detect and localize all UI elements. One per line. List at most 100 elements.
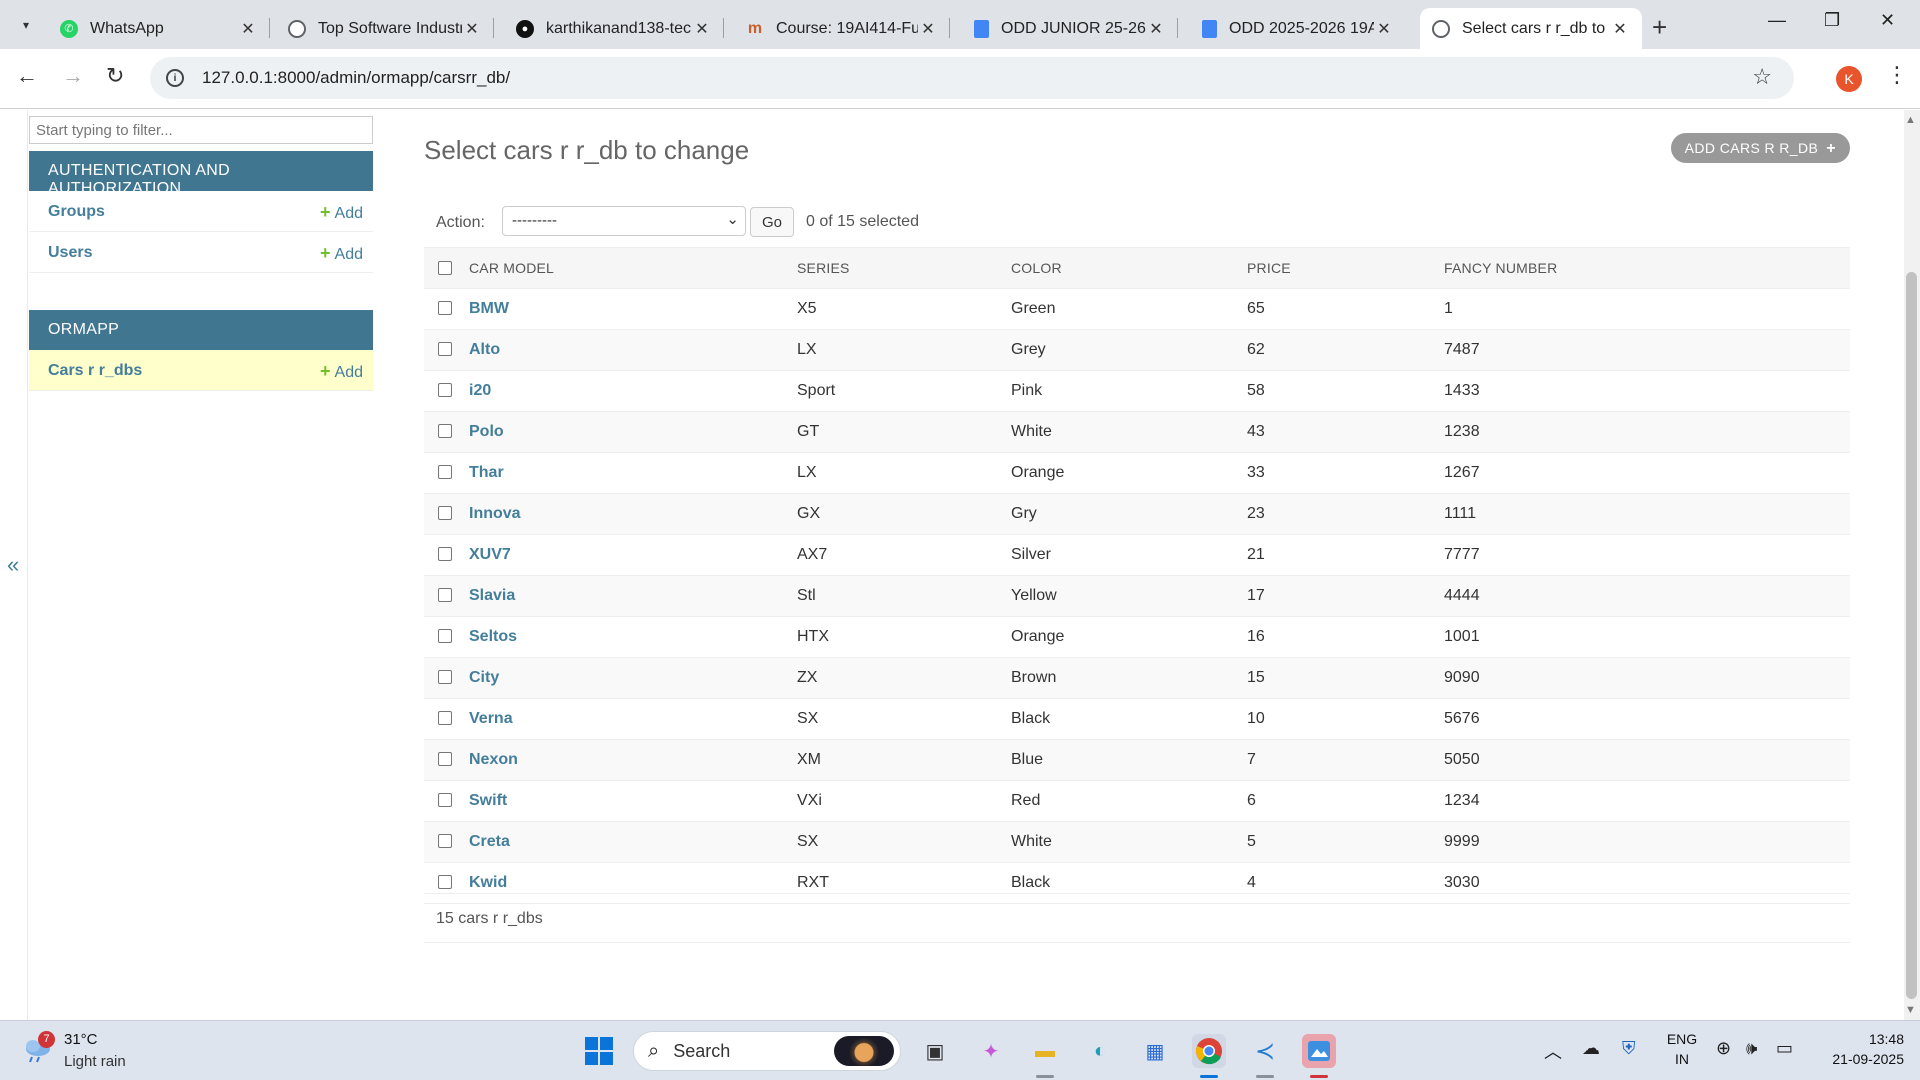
- row-checkbox[interactable]: [438, 424, 452, 438]
- module-caption-ormapp[interactable]: ORMAPP: [29, 310, 373, 350]
- volume-icon[interactable]: 🕪: [1746, 1038, 1757, 1059]
- car-model-link[interactable]: i20: [469, 382, 491, 399]
- car-model-link[interactable]: Innova: [469, 505, 521, 522]
- url-text[interactable]: 127.0.0.1:8000/admin/ormapp/carsrr_db/: [202, 68, 510, 88]
- language-line-2[interactable]: IN: [1660, 1051, 1704, 1067]
- row-checkbox[interactable]: [438, 875, 452, 889]
- browser-tab[interactable]: Top Software Industry ✕: [276, 8, 494, 49]
- weather-temperature[interactable]: 31°C: [64, 1031, 98, 1048]
- row-checkbox[interactable]: [438, 342, 452, 356]
- add-car-button[interactable]: ADD CARS R R_DB +: [1670, 133, 1850, 163]
- browser-tab[interactable]: ODD 2025-2026 19A ✕: [1190, 8, 1406, 49]
- collapse-chevron-icon[interactable]: «: [7, 552, 19, 578]
- paint-app-icon[interactable]: [1302, 1034, 1336, 1068]
- reload-icon[interactable]: ↻: [106, 63, 124, 89]
- scroll-up-arrow-icon[interactable]: ▲: [1905, 114, 1916, 126]
- forward-arrow-icon[interactable]: →: [62, 63, 84, 89]
- weather-description[interactable]: Light rain: [64, 1053, 126, 1070]
- clock-time[interactable]: 13:48: [1814, 1031, 1904, 1047]
- network-globe-icon[interactable]: ⊕: [1716, 1038, 1731, 1059]
- browser-tab[interactable]: ● karthikanand138-tech ✕: [504, 8, 724, 49]
- battery-icon[interactable]: ▭: [1776, 1038, 1793, 1059]
- row-checkbox[interactable]: [438, 301, 452, 315]
- restore-icon[interactable]: ❐: [1824, 10, 1840, 31]
- browser-tab[interactable]: m Course: 19AI414-Fun ✕: [734, 8, 950, 49]
- chrome-icon[interactable]: [1192, 1034, 1226, 1068]
- start-windows-icon[interactable]: [582, 1034, 616, 1068]
- car-model-link[interactable]: Creta: [469, 833, 510, 850]
- site-info-icon[interactable]: i: [166, 69, 184, 87]
- new-tab-plus-icon[interactable]: +: [1652, 12, 1667, 43]
- cloud-offline-icon[interactable]: ☁: [1582, 1038, 1600, 1059]
- car-model-link[interactable]: Thar: [469, 464, 504, 481]
- sidebar-item-label[interactable]: Groups: [48, 203, 105, 221]
- close-window-icon[interactable]: ✕: [1880, 10, 1895, 31]
- action-select[interactable]: --------- ⌄: [502, 206, 746, 236]
- row-checkbox[interactable]: [438, 711, 452, 725]
- microsoft-store-icon[interactable]: ▦: [1138, 1034, 1172, 1068]
- clock-date[interactable]: 21-09-2025: [1800, 1051, 1904, 1067]
- browser-tab-active[interactable]: Select cars r r_db to c ✕: [1420, 8, 1642, 49]
- address-bar[interactable]: i 127.0.0.1:8000/admin/ormapp/carsrr_db/…: [150, 57, 1794, 99]
- row-checkbox[interactable]: [438, 383, 452, 397]
- tab-search-chevron-icon[interactable]: ▾: [12, 11, 40, 39]
- close-icon[interactable]: ✕: [918, 19, 938, 39]
- car-model-link[interactable]: Kwid: [469, 874, 507, 891]
- car-model-link[interactable]: Verna: [469, 710, 513, 727]
- go-button[interactable]: Go: [750, 207, 794, 237]
- select-all-checkbox[interactable]: [438, 261, 452, 275]
- file-explorer-icon[interactable]: ▬: [1028, 1034, 1062, 1068]
- close-icon[interactable]: ✕: [1146, 19, 1166, 39]
- column-header-color[interactable]: COLOR: [1006, 247, 1242, 289]
- car-model-link[interactable]: BMW: [469, 300, 509, 317]
- row-checkbox[interactable]: [438, 588, 452, 602]
- vscode-icon[interactable]: ≺: [1248, 1034, 1282, 1068]
- car-model-link[interactable]: Seltos: [469, 628, 517, 645]
- column-header-fancy-number[interactable]: FANCY NUMBER: [1439, 247, 1850, 289]
- car-model-link[interactable]: Alto: [469, 341, 500, 358]
- close-icon[interactable]: ✕: [238, 19, 258, 39]
- menu-kebab-icon[interactable]: ⋮: [1886, 62, 1908, 88]
- row-checkbox[interactable]: [438, 752, 452, 766]
- column-header-car-model[interactable]: CAR MODEL: [464, 247, 792, 289]
- car-model-link[interactable]: City: [469, 669, 499, 686]
- row-checkbox[interactable]: [438, 465, 452, 479]
- car-model-link[interactable]: Swift: [469, 792, 507, 809]
- car-model-link[interactable]: Nexon: [469, 751, 518, 768]
- row-checkbox[interactable]: [438, 629, 452, 643]
- car-model-link[interactable]: Slavia: [469, 587, 515, 604]
- browser-tab[interactable]: ✆ WhatsApp ✕: [48, 8, 270, 49]
- add-users-link[interactable]: + Add: [320, 243, 363, 264]
- language-line-1[interactable]: ENG: [1660, 1031, 1704, 1047]
- add-cars-link[interactable]: + Add: [320, 361, 363, 382]
- security-shield-icon[interactable]: ⛨: [1622, 1038, 1636, 1059]
- nav-filter-input[interactable]: [29, 116, 373, 144]
- browser-tab[interactable]: ODD JUNIOR 25-26 C ✕: [962, 8, 1178, 49]
- column-header-series[interactable]: SERIES: [792, 247, 1006, 289]
- close-icon[interactable]: ✕: [1374, 19, 1394, 39]
- bookmark-star-icon[interactable]: ☆: [1752, 64, 1772, 90]
- row-checkbox[interactable]: [438, 670, 452, 684]
- taskbar-search-box[interactable]: ⌕ Search: [633, 1031, 901, 1071]
- sidebar-toggle[interactable]: «: [0, 110, 28, 1020]
- copilot-icon[interactable]: ✦: [974, 1034, 1008, 1068]
- row-checkbox[interactable]: [438, 547, 452, 561]
- row-checkbox[interactable]: [438, 834, 452, 848]
- row-checkbox[interactable]: [438, 793, 452, 807]
- add-groups-link[interactable]: + Add: [320, 202, 363, 223]
- close-icon[interactable]: ✕: [1610, 19, 1630, 39]
- chevron-up-icon[interactable]: ︿: [1544, 1038, 1562, 1064]
- scroll-down-arrow-icon[interactable]: ▼: [1905, 1004, 1916, 1016]
- sidebar-item-label[interactable]: Cars r r_dbs: [48, 362, 142, 380]
- close-icon[interactable]: ✕: [462, 19, 482, 39]
- edge-browser-icon[interactable]: ◐: [1083, 1034, 1117, 1068]
- scrollbar-thumb[interactable]: [1906, 272, 1917, 999]
- column-header-price[interactable]: PRICE: [1242, 247, 1439, 289]
- minimize-icon[interactable]: —: [1768, 10, 1786, 31]
- row-checkbox[interactable]: [438, 506, 452, 520]
- sidebar-item-label[interactable]: Users: [48, 244, 92, 262]
- car-model-link[interactable]: XUV7: [469, 546, 511, 563]
- back-arrow-icon[interactable]: ←: [16, 63, 38, 89]
- module-caption-auth[interactable]: AUTHENTICATION AND AUTHORIZATION: [29, 151, 373, 197]
- close-icon[interactable]: ✕: [692, 19, 712, 39]
